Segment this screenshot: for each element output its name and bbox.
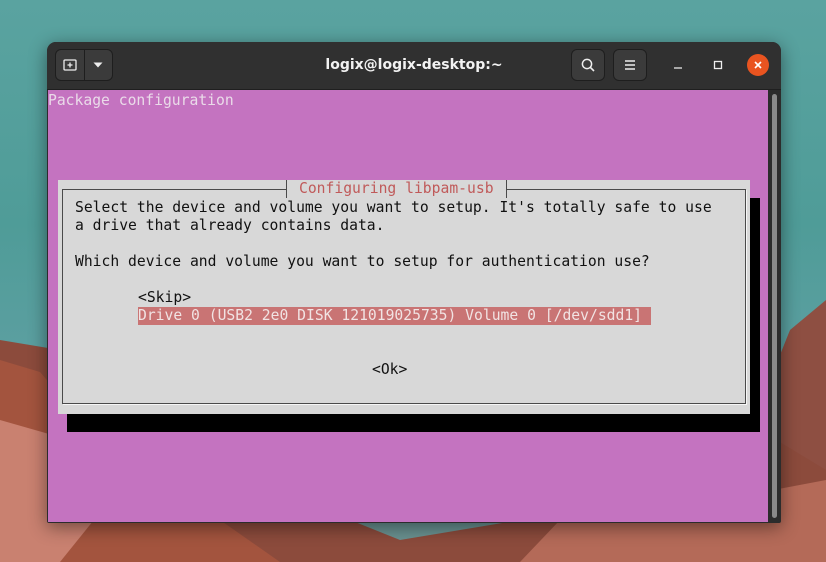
dialog-description-line-2: a drive that already contains data. — [75, 217, 385, 234]
maximize-button[interactable] — [707, 54, 729, 76]
close-icon — [754, 61, 762, 69]
main-menu-button[interactable] — [613, 49, 647, 81]
minimize-button[interactable] — [667, 54, 689, 76]
header-bar: logix@logix-desktop:~ — [47, 42, 781, 90]
search-icon — [581, 58, 595, 72]
search-button[interactable] — [571, 49, 605, 81]
package-configuration-header: Package configuration — [48, 92, 234, 109]
ok-button[interactable]: <Ok> — [372, 361, 407, 379]
option-skip[interactable]: <Skip> — [138, 289, 191, 307]
scrollbar-thumb[interactable] — [772, 94, 777, 518]
maximize-icon — [713, 60, 723, 70]
terminal-area[interactable]: Package configuration Configuring libpam… — [48, 90, 768, 522]
debconf-dialog: Configuring libpam-usb Select the device… — [58, 180, 750, 414]
minimize-icon — [674, 67, 682, 69]
dialog-title: Configuring libpam-usb — [286, 180, 507, 198]
close-button[interactable] — [747, 54, 769, 76]
option-drive-0[interactable]: Drive 0 (USB2 2e0 DISK 121019025735) Vol… — [138, 307, 652, 325]
terminal-scrollbar[interactable] — [769, 90, 780, 522]
hamburger-menu-icon — [625, 60, 635, 70]
dialog-question: Which device and volume you want to setu… — [75, 253, 650, 270]
terminal-window: logix@logix-desktop:~ Package configurat… — [47, 42, 781, 523]
dialog-description-line-1: Select the device and volume you want to… — [75, 199, 712, 216]
